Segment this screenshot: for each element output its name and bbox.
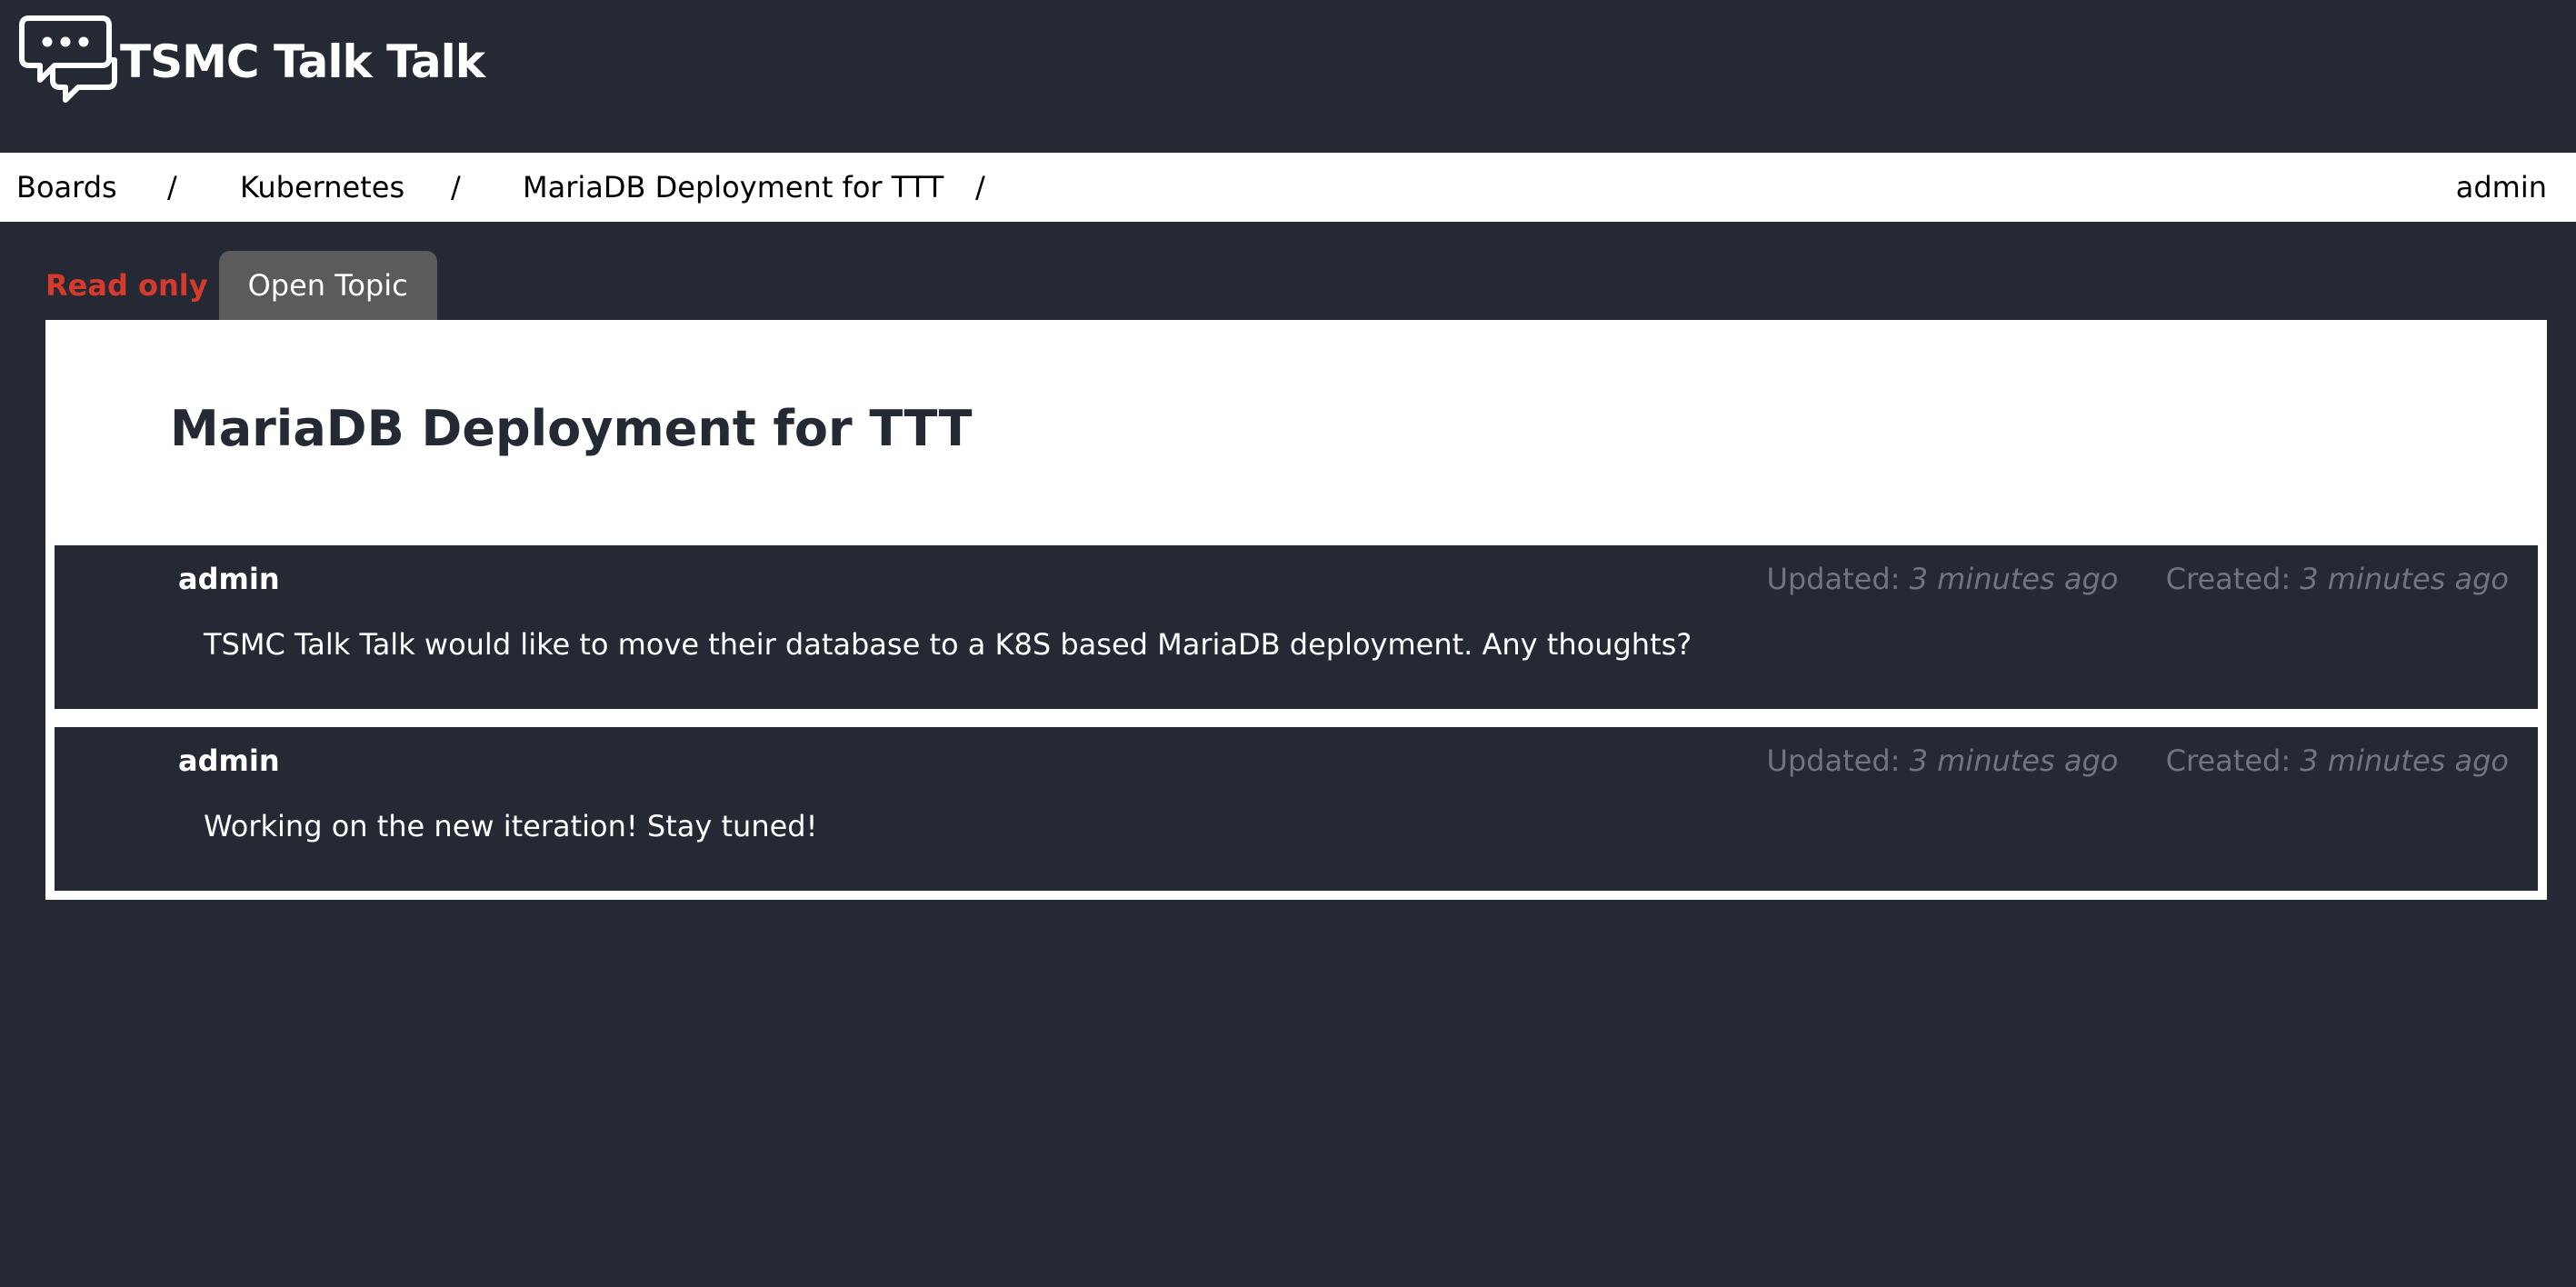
updated-label: Updated: — [1766, 562, 1901, 596]
app-name: TSMC Talk Talk — [120, 35, 485, 88]
breadcrumb: Boards / Kubernetes / MariaDB Deployment… — [0, 153, 2576, 222]
site-header: TSMC Talk Talk — [0, 0, 2576, 153]
breadcrumb-topic[interactable]: MariaDB Deployment for TTT — [523, 153, 944, 222]
created-label: Created: — [2165, 562, 2291, 596]
topic-title: MariaDB Deployment for TTT — [170, 400, 973, 457]
open-topic-button[interactable]: Open Topic — [218, 251, 437, 320]
updated-value: 3 minutes ago — [1909, 562, 2119, 596]
post-body: Working on the new iteration! Stay tuned… — [204, 809, 818, 843]
created-label: Created: — [2165, 743, 2291, 778]
site-logo[interactable]: TSMC Talk Talk — [18, 13, 485, 107]
read-only-badge: Read only — [45, 268, 208, 303]
topic-status-row: Read only Open Topic — [45, 251, 437, 320]
post: admin Updated: 3 minutes ago Created: 3 … — [55, 727, 2538, 891]
post-author: admin — [178, 743, 280, 778]
updated-value: 3 minutes ago — [1909, 743, 2119, 778]
created-value: 3 minutes ago — [2300, 562, 2509, 596]
breadcrumb-separator: / — [167, 170, 177, 205]
topic-panel: MariaDB Deployment for TTT admin Updated… — [45, 320, 2547, 900]
breadcrumb-boards[interactable]: Boards — [16, 153, 117, 222]
breadcrumb-separator: / — [451, 170, 461, 205]
chat-bubble-icon — [19, 15, 117, 103]
breadcrumb-separator: / — [975, 170, 985, 205]
created-value: 3 minutes ago — [2300, 743, 2509, 778]
breadcrumb-kubernetes[interactable]: Kubernetes — [240, 153, 404, 222]
post-meta: Updated: 3 minutes ago Created: 3 minute… — [1766, 743, 2509, 778]
post-meta: Updated: 3 minutes ago Created: 3 minute… — [1766, 562, 2509, 596]
user-menu[interactable]: admin — [2456, 153, 2547, 222]
updated-label: Updated: — [1766, 743, 1901, 778]
post-body: TSMC Talk Talk would like to move their … — [204, 627, 1692, 662]
post-author: admin — [178, 562, 280, 596]
post: admin Updated: 3 minutes ago Created: 3 … — [55, 545, 2538, 709]
